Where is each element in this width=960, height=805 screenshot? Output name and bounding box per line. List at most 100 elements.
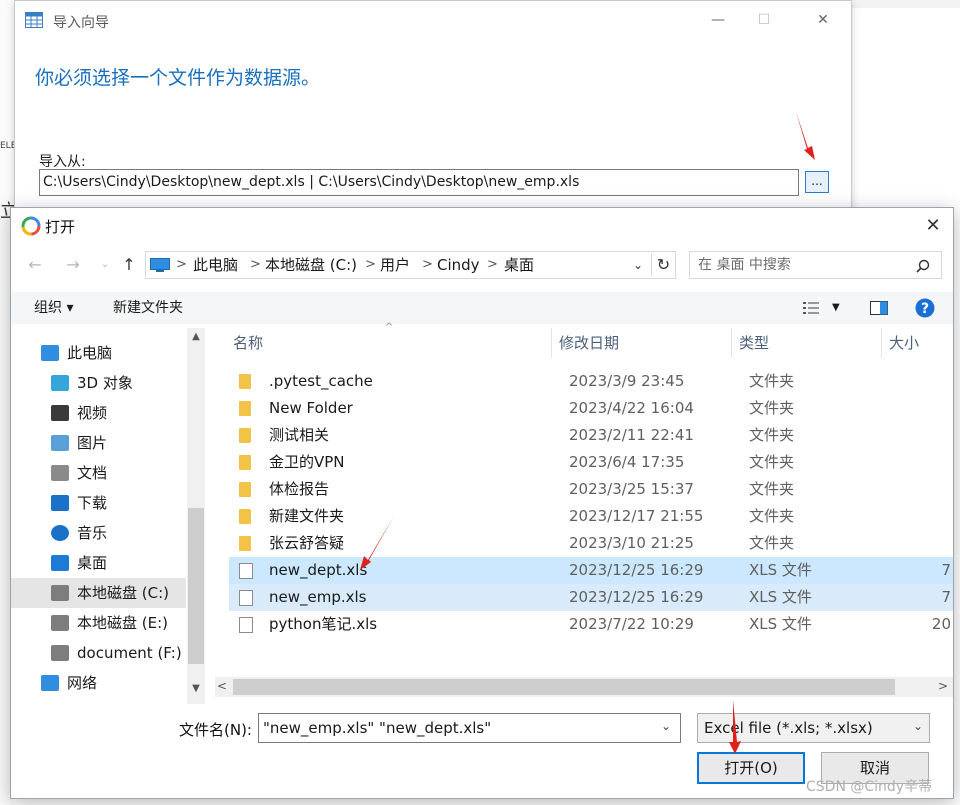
up-button[interactable]: ↑ [117,254,141,276]
browse-button[interactable]: ... [805,171,829,193]
breadcrumb-cindy[interactable]: Cindy [437,252,480,278]
sidebar-item[interactable]: 本地磁盘 (C:) [11,578,186,608]
breadcrumb-desktop[interactable]: 桌面 [504,252,534,278]
file-row[interactable]: .pytest_cache 2023/3/9 23:45 文件夹 [229,368,953,395]
open-file-dialog: 打开 ✕ ← → ⌄ ↑ > 此电脑 > 本地磁盘 (C:) > 用户 > Ci… [10,207,954,799]
desktop-icon [51,555,69,571]
new-folder-button[interactable]: 新建文件夹 [113,292,183,324]
back-button[interactable]: ← [23,254,47,276]
file-date: 2023/2/11 22:41 [569,426,694,444]
dialog-close-button[interactable]: ✕ [921,214,945,238]
filename-input[interactable]: "new_emp.xls" "new_dept.xls" [258,713,681,743]
filetype-dropdown-icon[interactable]: ⌄ [913,719,923,733]
file-row[interactable]: 张云舒答疑 2023/3/10 21:25 文件夹 [229,530,953,557]
file-row[interactable]: 体检报告 2023/3/25 15:37 文件夹 [229,476,953,503]
breadcrumb-drive-c[interactable]: 本地磁盘 (C:) [265,252,357,278]
sidebar-item-label: 本地磁盘 (E:) [77,614,169,632]
music-icon [51,525,69,541]
sidebar-item[interactable]: document (F:) [11,638,186,668]
sidebar-item-label: 网络 [67,674,98,692]
column-size-header[interactable]: 大小 [889,332,919,353]
refresh-icon[interactable]: ↻ [651,254,675,276]
breadcrumb-chevron-icon: > [176,257,187,272]
sidebar-item[interactable]: 网络 [11,668,186,698]
column-type-header[interactable]: 类型 [739,332,769,353]
sidebar-item[interactable]: 桌面 [11,548,186,578]
file-name: python笔记.xls [269,615,378,633]
download-icon [51,495,69,511]
scroll-right-icon[interactable]: > [938,679,948,693]
file-name: 体检报告 [269,480,330,498]
file-name: new_dept.xls [269,561,368,579]
organize-menu[interactable]: 组织 ▾ [34,292,73,324]
breadcrumb-chevron-icon: > [422,257,433,272]
column-date-header[interactable]: 修改日期 [559,332,619,353]
search-input[interactable]: 在 桌面 中搜索 [689,251,942,279]
view-list-icon[interactable] [803,302,819,314]
maximize-button[interactable]: ☐ [753,9,775,31]
sidebar-item[interactable]: 此电脑 [11,338,186,368]
file-row[interactable]: 测试相关 2023/2/11 22:41 文件夹 [229,422,953,449]
file-list-hscrollbar-thumb[interactable] [233,679,895,695]
arrow-up-icon: ↑ [122,255,136,274]
sidebar-item[interactable]: 图片 [11,428,186,458]
file-row[interactable]: new_dept.xls 2023/12/25 16:29 XLS 文件 7 [229,557,953,584]
sidebar-item-label: 音乐 [77,524,108,542]
file-name: .pytest_cache [269,372,373,390]
search-placeholder: 在 桌面 中搜索 [698,257,791,273]
file-type: 文件夹 [749,426,795,444]
sidebar-item[interactable]: 视频 [11,398,186,428]
breadcrumb-this-pc[interactable]: 此电脑 [193,252,238,278]
folder-icon [239,374,251,389]
address-bar[interactable]: > 此电脑 > 本地磁盘 (C:) > 用户 > Cindy > 桌面 ⌄ ↻ [145,251,676,279]
sidebar-item-label: 此电脑 [67,344,113,362]
file-type: 文件夹 [749,372,795,390]
sidebar-item-label: 桌面 [77,554,108,572]
sidebar-item[interactable]: 文档 [11,458,186,488]
column-name-header[interactable]: 名称 [233,332,263,353]
breadcrumb-users[interactable]: 用户 [380,252,410,278]
breadcrumb-chevron-icon: > [487,257,498,272]
help-icon[interactable]: ? [915,298,935,318]
file-row[interactable]: python笔记.xls 2023/7/22 10:29 XLS 文件 20 [229,611,953,638]
video-icon [51,405,69,421]
file-row[interactable]: New Folder 2023/4/22 16:04 文件夹 [229,395,953,422]
file-type: 文件夹 [749,399,795,417]
folder-icon [239,428,251,443]
filetype-select[interactable]: Excel file (*.xls; *.xlsx) [697,713,930,743]
sidebar-item-label: document (F:) [77,644,182,662]
app-logo-icon [21,216,41,236]
filename-dropdown-icon[interactable]: ⌄ [661,719,671,733]
nav-scrollbar-thumb[interactable] [188,508,204,664]
preview-pane-icon[interactable] [870,301,888,315]
breadcrumb-chevron-icon: > [250,257,261,272]
file-row[interactable]: 金卫的VPN 2023/6/4 17:35 文件夹 [229,449,953,476]
folder-icon [239,509,251,524]
open-button[interactable]: 打开(O) [697,752,805,784]
address-dropdown-icon[interactable]: ⌄ [633,252,643,278]
scroll-down-icon[interactable]: ▼ [187,683,205,694]
sidebar-item[interactable]: 音乐 [11,518,186,548]
import-path-input[interactable]: C:\Users\Cindy\Desktop\new_dept.xls | C:… [39,169,799,196]
file-name: 新建文件夹 [269,507,345,525]
scroll-left-icon[interactable]: < [217,679,227,693]
sidebar-item[interactable]: 下载 [11,488,186,518]
file-icon [239,563,253,579]
file-type: 文件夹 [749,507,795,525]
arrow-left-icon: ← [28,255,42,274]
sidebar-item[interactable]: 本地磁盘 (E:) [11,608,186,638]
file-row[interactable]: new_emp.xls 2023/12/25 16:29 XLS 文件 7 [229,584,953,611]
file-date: 2023/12/25 16:29 [569,561,704,579]
file-type: XLS 文件 [749,561,812,579]
view-options-dropdown-icon[interactable]: ▼ [832,292,840,324]
file-size: 7 [941,561,951,579]
minimize-button[interactable]: — [707,9,729,31]
file-date: 2023/3/10 21:25 [569,534,694,552]
recent-locations-button[interactable]: ⌄ [93,254,117,276]
wizard-close-button[interactable]: ✕ [812,9,834,31]
sidebar-item[interactable]: 3D 对象 [11,368,186,398]
file-row[interactable]: 新建文件夹 2023/12/17 21:55 文件夹 [229,503,953,530]
forward-button[interactable]: → [61,254,85,276]
scroll-up-icon[interactable]: ▲ [187,331,205,342]
file-date: 2023/4/22 16:04 [569,399,694,417]
